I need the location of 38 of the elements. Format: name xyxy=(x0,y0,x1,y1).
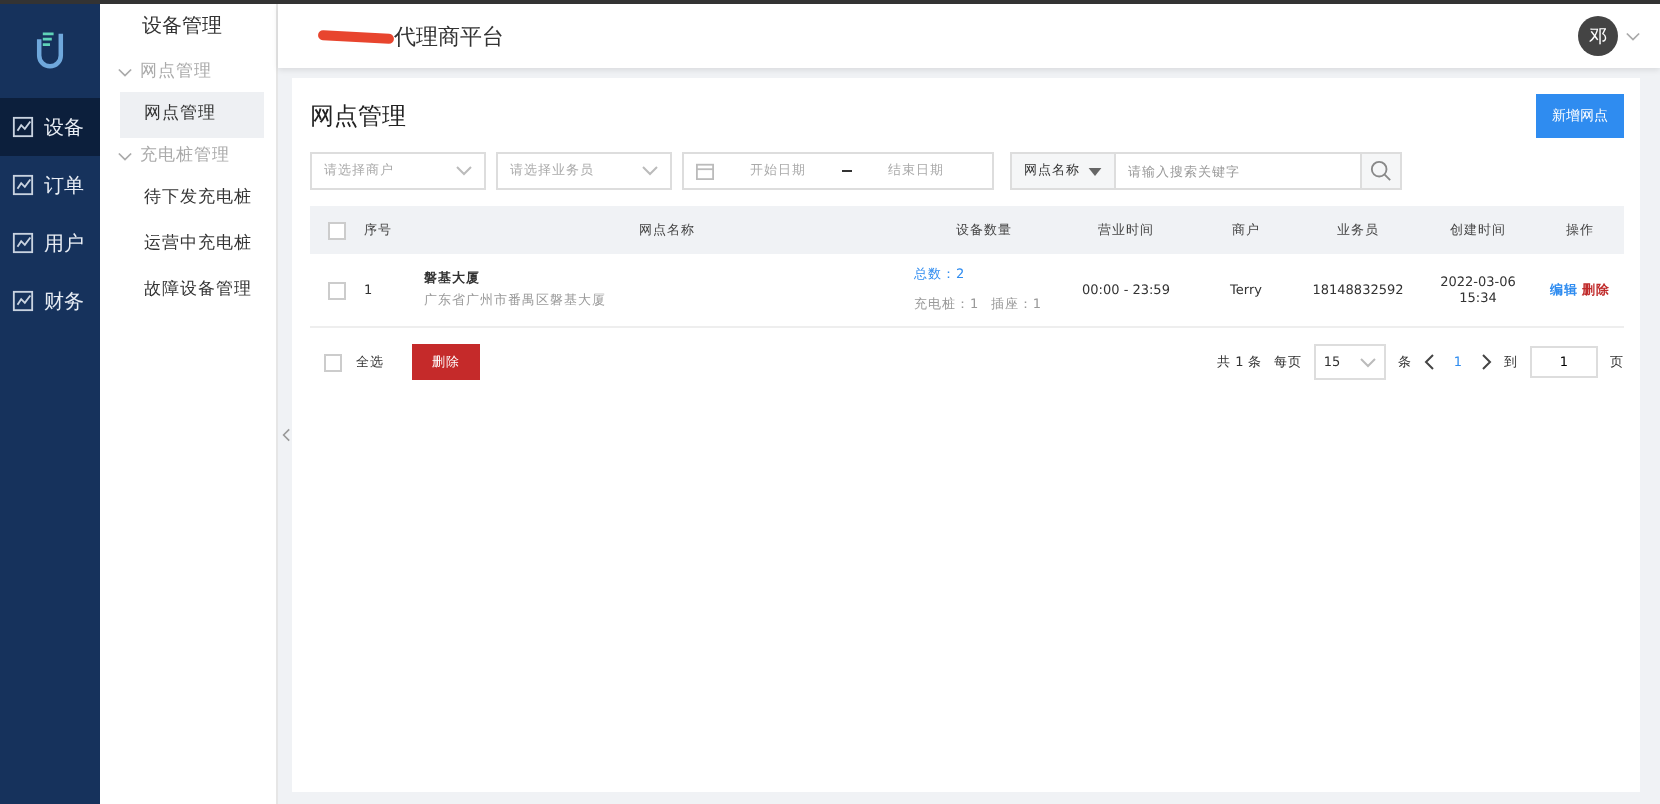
submenu-item[interactable]: 运营中充电桩 xyxy=(120,222,264,268)
next-page-icon[interactable] xyxy=(1482,354,1492,370)
nav-item[interactable]: 设备 xyxy=(0,98,100,156)
caret-icon xyxy=(1088,167,1102,175)
chart-icon xyxy=(12,232,34,254)
chart-icon xyxy=(12,116,34,138)
chevron-left-icon xyxy=(281,428,289,442)
chart-icon xyxy=(12,290,34,312)
platform-title: 代理商平台 xyxy=(394,21,504,51)
chevron-icon xyxy=(1359,357,1376,367)
logo-icon xyxy=(32,28,68,72)
nav-label: 订单 xyxy=(44,173,84,199)
group-label: 网点管理 xyxy=(140,60,212,84)
submenu-item[interactable]: 故障设备管理 xyxy=(120,268,264,314)
checkbox[interactable] xyxy=(327,281,345,299)
nav-item[interactable]: 用户 xyxy=(0,214,100,272)
chevron-icon[interactable] xyxy=(1626,31,1640,41)
chevron-icon xyxy=(642,166,658,176)
user-avatar[interactable]: 邓 xyxy=(1578,16,1618,56)
chart-icon xyxy=(12,174,34,196)
submenu-item[interactable]: 待下发充电桩 xyxy=(120,176,264,222)
checkbox[interactable] xyxy=(327,221,345,239)
nav-label: 设备 xyxy=(44,115,84,141)
previous-page-icon[interactable] xyxy=(1423,354,1434,370)
chevron-icon xyxy=(456,166,472,176)
nav-label: 财务 xyxy=(44,289,84,315)
group-label: 充电桩管理 xyxy=(140,144,230,168)
page-title: 网点管理 xyxy=(310,99,406,133)
redaction-mark xyxy=(317,29,395,43)
nav-label: 用户 xyxy=(44,231,84,257)
nav-item[interactable]: 财务 xyxy=(0,272,100,330)
nav-item[interactable]: 订单 xyxy=(0,156,100,214)
search-icon xyxy=(1370,160,1392,182)
search-button[interactable] xyxy=(1362,152,1402,190)
submenu-item[interactable]: 网点管理 xyxy=(120,92,264,138)
checkbox[interactable] xyxy=(324,353,342,371)
submenu-title: 设备管理 xyxy=(140,14,224,42)
calendar-icon xyxy=(696,162,714,180)
